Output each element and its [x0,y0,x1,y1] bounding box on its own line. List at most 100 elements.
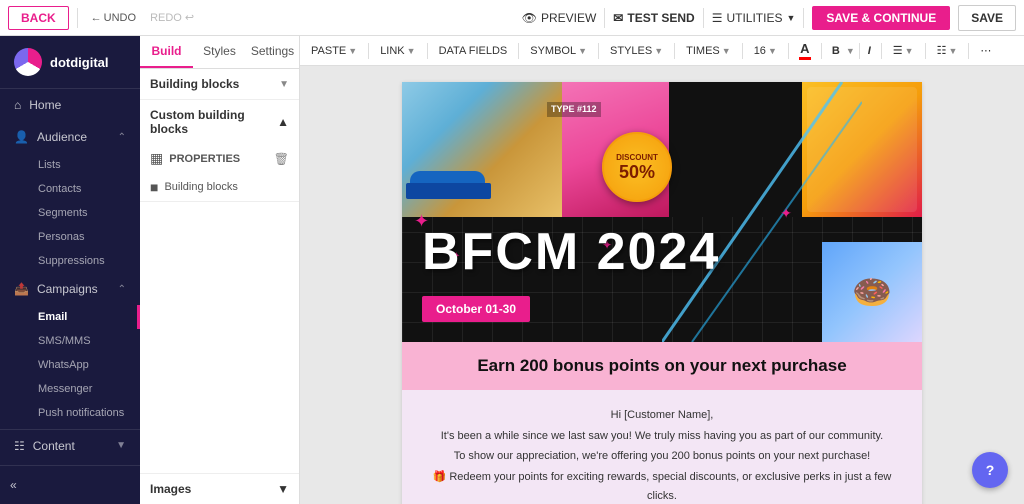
text-format-group: B ▼ I [828,43,875,59]
sidebar-item-suppressions[interactable]: Suppressions [38,249,140,273]
sidebar-item-email[interactable]: Email [38,305,140,329]
italic-button[interactable]: I [864,43,875,59]
chevron-up-icon: ⌃ [118,132,126,143]
delete-icon[interactable]: 🗑 [274,152,289,166]
banner-img-dark [669,82,802,217]
size-chevron: ▼ [768,46,777,56]
align-button[interactable]: ☰ ▼ [888,42,919,59]
logo-icon [14,48,42,76]
symbol-button[interactable]: SYMBOL ▼ [525,43,592,59]
fmt-divider8 [821,43,822,59]
banner-img-car [402,82,562,217]
home-icon: ⌂ [14,98,21,112]
preview-button[interactable]: 👁 PREVIEW [522,11,597,25]
content-area: TYPE #112 DISCOUNT [300,66,1024,504]
list-button[interactable]: ☷ ▼ [932,42,963,59]
chevron-up-icon3: ▲ [277,115,289,129]
star4: ✦ [780,205,792,222]
data-fields-button[interactable]: DATA FIELDS [434,43,513,59]
font-size-selector[interactable]: 16 ▼ [749,43,782,59]
fmt-divider12 [968,43,969,59]
tab-settings[interactable]: Settings [246,36,299,68]
symbol-chevron: ▼ [578,46,587,56]
body-line2: It's been a while since we last saw you!… [432,427,892,446]
undo-redo-group: ← UNDO REDO ↩ [86,9,199,26]
sidebar-item-push[interactable]: Push notifications [38,401,140,425]
align-chevron: ▼ [905,46,914,56]
paste-button[interactable]: PASTE ▼ [306,43,362,59]
sidebar-item-personas[interactable]: Personas [38,225,140,249]
undo-button[interactable]: ← UNDO [86,10,141,26]
styles-button[interactable]: STYLES ▼ [605,43,668,59]
images-section-header[interactable]: Images ▼ [140,474,299,504]
fmt-divider3 [518,43,519,59]
top-toolbar: BACK ← UNDO REDO ↩ 👁 PREVIEW ✉ TEST SEND… [0,0,1024,36]
fmt-divider9 [859,43,860,59]
bonus-section: Earn 200 bonus points on your next purch… [402,342,922,390]
sidebar-item-contacts[interactable]: Contacts [38,177,140,201]
save-continue-button[interactable]: SAVE & CONTINUE [812,6,950,30]
text-color-label: A [800,41,809,56]
fmt-divider1 [368,43,369,59]
email-body: Hi [Customer Name], It's been a while si… [402,390,922,504]
properties-icon: ▦ [150,150,163,167]
audience-submenu: Lists Contacts Segments Personas Suppres… [0,153,140,273]
sidebar-collapse-button[interactable]: « [10,474,130,496]
more-options-button[interactable]: ⋯ [975,42,996,59]
tab-build[interactable]: Build [140,36,193,68]
divider4 [803,8,804,28]
list-icon: ☷ [937,44,947,57]
building-blocks-section: Building blocks ▼ [140,69,299,100]
email-banner: TYPE #112 DISCOUNT [402,82,922,342]
back-button[interactable]: BACK [8,6,69,30]
sidebar-item-whatsapp[interactable]: WhatsApp [38,353,140,377]
fmt-divider4 [598,43,599,59]
sidebar-item-sms[interactable]: SMS/MMS [38,329,140,353]
fmt-divider5 [674,43,675,59]
sliders-icon: ☰ [712,11,723,25]
logo-area: dotdigital [0,36,140,89]
campaigns-icon: 📤 [14,282,29,296]
divider2 [604,8,605,28]
building-blocks-item[interactable]: ■ Building blocks [140,173,299,201]
utilities-button[interactable]: ☰ UTILITIES ▼ [712,11,796,25]
sidebar-item-content[interactable]: ☷ Content ▼ [0,430,140,462]
save-button[interactable]: SAVE [958,5,1016,31]
body-line3: To show our appreciation, we're offering… [432,447,892,466]
chevron-down-icon3: ▼ [279,79,289,90]
more-icon: ⋯ [980,44,991,57]
redo-button[interactable]: REDO ↩ [145,9,199,26]
custom-building-blocks-header[interactable]: Custom building blocks ▲ [140,100,299,144]
bold-button[interactable]: B [828,43,844,59]
sidebar-item-campaigns[interactable]: 📤 Campaigns ⌃ [0,273,140,305]
chevron-down-icon2: ▼ [116,440,126,451]
building-blocks-header[interactable]: Building blocks ▼ [140,69,299,99]
panel-tabs: Build Styles Settings [140,36,299,69]
car-roof [406,183,491,199]
text-color-button[interactable]: A [795,39,815,62]
sidebar-item-messenger[interactable]: Messenger [38,377,140,401]
discount-badge: DISCOUNT 50% [602,132,672,202]
align-icon: ☰ [893,44,903,57]
fmt-divider6 [742,43,743,59]
divider [77,8,78,28]
link-button[interactable]: LINK ▼ [375,43,420,59]
test-send-button[interactable]: ✉ TEST SEND [613,11,694,25]
body-line4: 🎁 Redeem your points for exciting reward… [432,468,892,504]
format-toolbar: PASTE ▼ LINK ▼ DATA FIELDS SYMBOL ▼ STYL… [300,36,1024,66]
sidebar-item-segments[interactable]: Segments [38,201,140,225]
sidebar-item-home[interactable]: ⌂ Home [0,89,140,121]
nav-sidebar: dotdigital ⌂ Home 👤 Audience ⌃ Lists Con… [0,36,140,504]
fmt-divider11 [925,43,926,59]
chevron-up-icon2: ⌃ [118,284,126,295]
item-bg [807,87,917,212]
sidebar-item-lists[interactable]: Lists [38,153,140,177]
type-label: TYPE #112 [547,102,601,117]
font-selector[interactable]: TIMES ▼ [681,43,736,59]
sidebar-item-audience[interactable]: 👤 Audience ⌃ [0,121,140,153]
tab-styles[interactable]: Styles [193,36,246,68]
content-icon: ☷ [14,439,25,453]
bonus-title: Earn 200 bonus points on your next purch… [422,356,902,376]
help-bubble[interactable]: ? [972,452,1008,488]
main-layout: dotdigital ⌂ Home 👤 Audience ⌃ Lists Con… [0,36,1024,504]
